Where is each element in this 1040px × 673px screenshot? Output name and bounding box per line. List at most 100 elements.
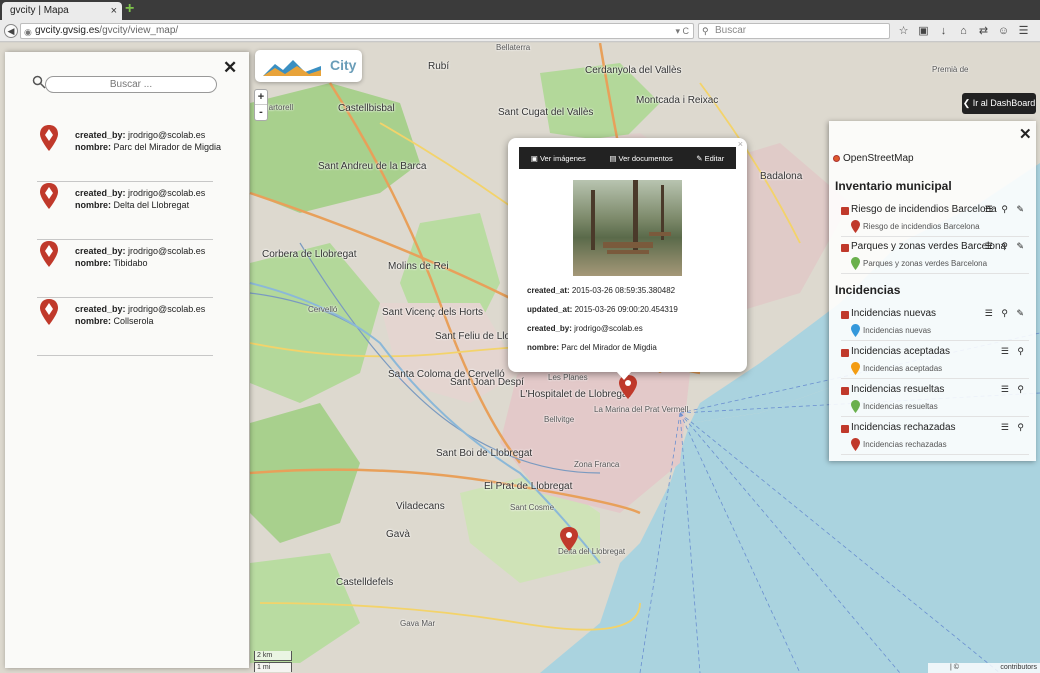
map-view[interactable]: Badalona Sant Cugat del Vallès Cerdanyol… bbox=[0, 43, 1040, 673]
url-path: /gvcity/view_map/ bbox=[99, 25, 179, 36]
legend-pin-icon bbox=[851, 400, 860, 413]
browser-toolbar-icons: ☆ ▣ ↓ ⌂ ⇄ ☺ ☰ bbox=[896, 23, 1031, 39]
close-icon[interactable]: ✕ bbox=[1019, 125, 1032, 143]
layer-name: Incidencias rechazadas bbox=[851, 422, 956, 433]
edit-button[interactable]: ✎ Editar bbox=[696, 154, 724, 163]
search-input[interactable] bbox=[45, 76, 217, 93]
back-icon[interactable]: ◀ bbox=[4, 24, 18, 38]
result-item[interactable]: created_by: jrodrigo@scolab.es nombre: T… bbox=[37, 240, 213, 298]
menu-icon[interactable]: ☰ bbox=[1016, 23, 1031, 39]
new-tab-icon[interactable]: + bbox=[125, 1, 139, 17]
legend-pin-icon bbox=[851, 362, 860, 375]
map-label: Badalona bbox=[760, 171, 803, 182]
legend-pin-icon bbox=[851, 438, 860, 451]
map-label: Sant Andreu de la Barca bbox=[318, 161, 427, 172]
map-label: Sant Joan Despí bbox=[450, 377, 524, 388]
popup-toolbar: ▣ Ver imágenes ▤ Ver documentos ✎ Editar bbox=[519, 147, 736, 169]
chat-icon[interactable]: ☺ bbox=[996, 23, 1011, 39]
url-bar[interactable]: ◉ gvcity.gvsig.es/gvcity/view_map/ ▾ C bbox=[20, 23, 694, 39]
layer-tools[interactable]: ☰ ⚲ bbox=[1001, 384, 1027, 395]
tab-close-icon[interactable]: × bbox=[111, 2, 117, 20]
map-marker-icon[interactable] bbox=[560, 527, 578, 551]
feature-popup: × ▣ Ver imágenes ▤ Ver documentos ✎ Edit… bbox=[508, 138, 747, 380]
zoom-out-button[interactable]: - bbox=[255, 105, 267, 120]
layer-item[interactable]: Parques y zonas verdes Barcelona ☰ ⚲ ✎ P… bbox=[841, 240, 1029, 274]
layer-tools[interactable]: ☰ ⚲ ✎ bbox=[985, 204, 1027, 215]
layer-tools[interactable]: ☰ ⚲ bbox=[1001, 422, 1027, 433]
layer-name: Incidencias aceptadas bbox=[851, 346, 950, 357]
document-icon: ▤ bbox=[609, 153, 619, 163]
browser-tab[interactable]: gvcity | Mapa × bbox=[2, 2, 122, 20]
layer-tools[interactable]: ☰ ⚲ bbox=[1001, 346, 1027, 357]
logo-text: City bbox=[330, 57, 357, 73]
feature-photo[interactable] bbox=[573, 180, 682, 276]
layer-checkbox[interactable] bbox=[841, 425, 849, 433]
reload-icon[interactable]: ▾ C bbox=[675, 24, 689, 38]
popup-attr-created-at: created_at: 2015-03-26 08:59:35.380482 bbox=[527, 286, 676, 295]
map-label: El Prat de Llobregat bbox=[484, 481, 573, 492]
layer-tools[interactable]: ☰ ⚲ ✎ bbox=[985, 308, 1027, 319]
search-results-panel: ✕ created_by: jrodrigo@scolab.es nombre:… bbox=[5, 52, 249, 668]
result-nombre: nombre: Delta del Llobregat bbox=[75, 200, 190, 210]
layer-item[interactable]: Incidencias rechazadas ☰ ⚲ Incidencias r… bbox=[841, 421, 1029, 455]
view-documents-button[interactable]: ▤ Ver documentos bbox=[609, 154, 672, 163]
layer-checkbox[interactable] bbox=[841, 207, 849, 215]
dashboard-button-label: Ir al DashBoard bbox=[972, 98, 1036, 108]
result-item[interactable]: created_by: jrodrigo@scolab.es nombre: C… bbox=[37, 298, 213, 356]
layer-tools[interactable]: ☰ ⚲ ✎ bbox=[985, 241, 1027, 252]
close-icon[interactable]: ✕ bbox=[223, 58, 237, 78]
basemap-option[interactable]: OpenStreetMap bbox=[833, 153, 914, 164]
group-title: Incidencias bbox=[835, 283, 901, 297]
layer-checkbox[interactable] bbox=[841, 311, 849, 319]
legend-pin-icon bbox=[851, 257, 860, 270]
reading-list-icon[interactable]: ▣ bbox=[916, 23, 931, 39]
map-attribution: | © contributors bbox=[928, 663, 1040, 673]
download-icon[interactable]: ↓ bbox=[936, 23, 951, 39]
popup-close-icon[interactable]: × bbox=[738, 139, 743, 149]
result-created-by: created_by: jrodrigo@scolab.es bbox=[75, 246, 206, 256]
browser-search-input[interactable]: ⚲ Buscar bbox=[698, 23, 890, 39]
home-icon[interactable]: ⌂ bbox=[956, 23, 971, 39]
layer-checkbox[interactable] bbox=[841, 387, 849, 395]
map-label: Gavà bbox=[386, 529, 410, 540]
globe-icon: ◉ bbox=[24, 27, 32, 37]
search-icon: ⚲ bbox=[702, 26, 709, 36]
radio-selected-icon[interactable] bbox=[833, 154, 840, 162]
layer-checkbox[interactable] bbox=[841, 244, 849, 252]
layer-legend: Incidencias aceptadas bbox=[863, 364, 943, 373]
layer-legend: Incidencias rechazadas bbox=[863, 440, 947, 449]
layer-item[interactable]: Incidencias aceptadas ☰ ⚲ Incidencias ac… bbox=[841, 345, 1029, 379]
popup-attr-nombre: nombre: Parc del Mirador de Migdia bbox=[527, 343, 657, 352]
scale-km: 2 km bbox=[254, 651, 292, 661]
layer-checkbox[interactable] bbox=[841, 349, 849, 357]
url-host: gvcity.gvsig.es bbox=[35, 25, 100, 36]
result-nombre: nombre: Parc del Mirador de Migdia bbox=[75, 142, 222, 152]
attribution-link[interactable]: contributors bbox=[1000, 664, 1037, 671]
image-icon: ▣ bbox=[530, 153, 540, 163]
bookmark-star-icon[interactable]: ☆ bbox=[896, 23, 911, 39]
layer-legend: Incidencias resueltas bbox=[863, 402, 938, 411]
dashboard-button[interactable]: ❮ Ir al DashBoard bbox=[962, 93, 1036, 114]
map-label: Cerdanyola del Vallès bbox=[585, 65, 682, 76]
legend-pin-icon bbox=[851, 324, 860, 337]
map-label: Premià de bbox=[932, 65, 969, 74]
layer-item[interactable]: Incidencias resueltas ☰ ⚲ Incidencias re… bbox=[841, 383, 1029, 417]
location-pin-icon bbox=[40, 125, 58, 151]
basemap-label: OpenStreetMap bbox=[843, 153, 914, 164]
layers-panel: ✕ OpenStreetMap Inventario municipal Rie… bbox=[829, 121, 1036, 461]
result-created-by: created_by: jrodrigo@scolab.es bbox=[75, 304, 206, 314]
sync-icon[interactable]: ⇄ bbox=[976, 23, 991, 39]
search-icon[interactable] bbox=[32, 75, 46, 89]
result-item[interactable]: created_by: jrodrigo@scolab.es nombre: D… bbox=[37, 182, 213, 240]
layer-item[interactable]: Riesgo de incidendios Barcelona ☰ ⚲ ✎ Ri… bbox=[841, 203, 1029, 237]
layer-item[interactable]: Incidencias nuevas ☰ ⚲ ✎ Incidencias nue… bbox=[841, 307, 1029, 341]
view-images-button[interactable]: ▣ Ver imágenes bbox=[531, 154, 586, 163]
map-label: Sant Vicenç dels Horts bbox=[382, 307, 483, 318]
scale-mi: 1 mi bbox=[254, 662, 292, 672]
result-item[interactable]: created_by: jrodrigo@scolab.es nombre: P… bbox=[37, 124, 221, 182]
map-label: Cervelló bbox=[308, 305, 338, 314]
map-label: Rubí bbox=[428, 61, 450, 72]
map-label: Castellbisbal bbox=[338, 103, 395, 114]
zoom-in-button[interactable]: + bbox=[255, 90, 267, 105]
edit-icon: ✎ bbox=[696, 153, 705, 163]
